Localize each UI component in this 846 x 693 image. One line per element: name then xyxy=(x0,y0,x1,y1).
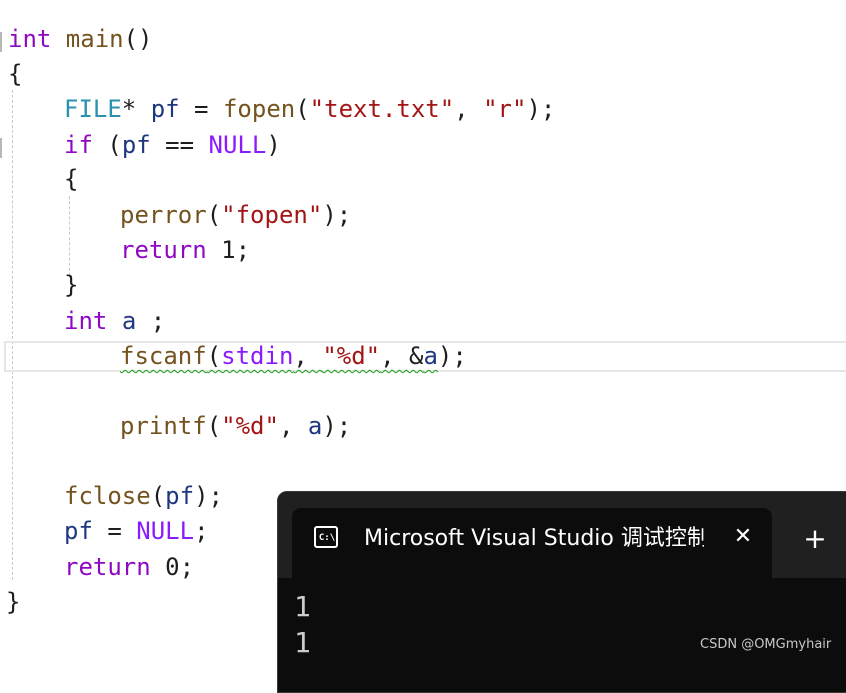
code-token: "fopen" xyxy=(221,201,323,229)
terminal-icon-label: C:\ xyxy=(318,533,336,543)
new-tab-icon[interactable]: + xyxy=(798,522,832,556)
code-token: printf xyxy=(120,412,207,440)
terminal-icon: C:\ xyxy=(314,526,338,548)
code-token: , xyxy=(278,412,308,440)
console-output-line: 1 xyxy=(294,626,311,659)
code-token: ) xyxy=(266,131,281,159)
code-line[interactable]: int main() xyxy=(8,22,153,57)
code-token: ); xyxy=(194,482,223,510)
code-token: fclose xyxy=(64,482,151,510)
indent-guide xyxy=(69,196,70,276)
code-token: a xyxy=(423,342,438,370)
code-token: 1; xyxy=(206,236,251,264)
console-tab[interactable]: C:\ Microsoft Visual Studio 调试控制台 ✕ xyxy=(292,508,772,578)
code-token: ( xyxy=(92,131,122,159)
code-token: { xyxy=(8,60,23,88)
indent-guide xyxy=(12,90,13,580)
code-token: ; xyxy=(136,307,166,335)
code-line[interactable]: return 0; xyxy=(64,550,194,585)
code-token: } xyxy=(64,271,79,299)
code-token: pf xyxy=(165,482,195,510)
change-margin-mark xyxy=(0,32,2,52)
code-token: * xyxy=(121,95,151,123)
console-tab-title: Microsoft Visual Studio 调试控制台 xyxy=(364,526,704,551)
code-line[interactable]: return 1; xyxy=(120,233,250,268)
code-line[interactable]: if (pf == NULL) xyxy=(64,128,281,163)
code-token: ( xyxy=(295,95,310,123)
code-token: FILE xyxy=(64,95,122,123)
code-token: if xyxy=(64,131,93,159)
code-token: ); xyxy=(437,342,467,370)
code-token: return xyxy=(64,553,151,581)
code-token: { xyxy=(64,165,79,193)
code-token: , xyxy=(293,342,323,370)
code-line[interactable]: } xyxy=(64,268,78,303)
code-token: ; xyxy=(194,517,209,545)
code-token: perror xyxy=(120,201,207,229)
code-token: "text.txt" xyxy=(309,95,455,123)
code-line[interactable]: fscanf(stdin, "%d", &a); xyxy=(120,339,467,374)
code-line[interactable]: perror("fopen"); xyxy=(120,198,351,233)
code-token: ( xyxy=(150,482,166,510)
code-token: = xyxy=(179,95,223,123)
code-token: pf xyxy=(64,517,93,545)
code-token: pf xyxy=(150,95,180,123)
code-line[interactable]: printf("%d", a); xyxy=(120,409,351,444)
debug-console-window[interactable]: C:\ Microsoft Visual Studio 调试控制台 ✕ + 1 … xyxy=(277,491,846,693)
code-token: stdin xyxy=(221,342,294,370)
code-token: ( xyxy=(206,412,222,440)
code-token: } xyxy=(6,588,21,616)
code-token: "%d" xyxy=(322,342,381,370)
code-token: = xyxy=(92,517,137,545)
code-line[interactable]: } xyxy=(6,585,20,620)
code-token: a xyxy=(307,412,323,440)
code-token: () xyxy=(123,25,153,53)
code-token: pf xyxy=(121,131,151,159)
code-token: int xyxy=(8,25,52,53)
code-token: , & xyxy=(380,342,424,370)
code-token: "r" xyxy=(483,95,527,123)
code-token: fopen xyxy=(222,95,296,123)
code-token: , xyxy=(454,95,484,123)
code-token: ( xyxy=(206,342,222,370)
code-token: NULL xyxy=(208,131,267,159)
code-line[interactable]: int a ; xyxy=(64,304,165,339)
code-line[interactable]: fclose(pf); xyxy=(64,479,223,514)
code-token: return xyxy=(120,236,207,264)
code-token: == xyxy=(150,131,209,159)
code-line[interactable]: { xyxy=(8,57,22,92)
code-token: "%d" xyxy=(221,412,279,440)
code-token: ); xyxy=(322,412,352,440)
code-line[interactable]: { xyxy=(64,162,78,197)
close-icon[interactable]: ✕ xyxy=(728,522,758,552)
code-token: main xyxy=(51,25,124,53)
code-token: NULL xyxy=(136,517,195,545)
code-token: a xyxy=(121,307,137,335)
change-margin-mark xyxy=(0,138,2,158)
watermark: CSDN @OMGmyhair xyxy=(700,637,832,652)
code-token: ); xyxy=(526,95,556,123)
code-token: int xyxy=(64,307,108,335)
code-line[interactable]: FILE* pf = fopen("text.txt", "r"); xyxy=(64,92,555,127)
console-titlebar[interactable]: C:\ Microsoft Visual Studio 调试控制台 ✕ + xyxy=(278,492,846,578)
code-token: ); xyxy=(322,201,352,229)
code-token: fscanf xyxy=(120,342,207,370)
console-output-line: 1 xyxy=(294,590,311,623)
code-token: 0; xyxy=(150,553,195,581)
code-token: ( xyxy=(206,201,222,229)
code-line[interactable]: pf = NULL; xyxy=(64,514,209,549)
